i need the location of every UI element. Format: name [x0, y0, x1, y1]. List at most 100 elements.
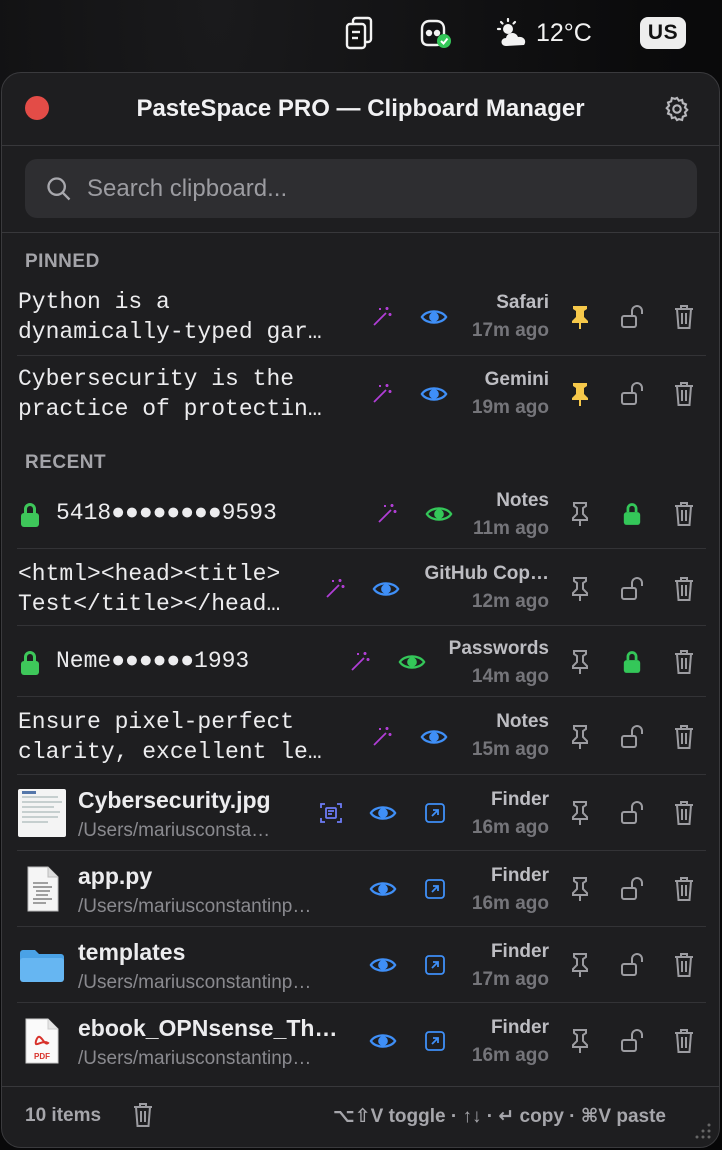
pin-icon[interactable] [566, 723, 594, 751]
trash-icon[interactable] [670, 303, 698, 331]
weather-partly-sunny-icon [496, 18, 526, 46]
item-text-line2: clarity, excellent le… [18, 739, 322, 765]
list-item[interactable]: 5418●●●●●●●●9593 Notes 11m ago [2, 478, 719, 549]
search-input[interactable] [87, 174, 697, 203]
pin-icon[interactable] [566, 303, 594, 331]
item-text-line1: Python is a [18, 289, 170, 315]
eye-icon[interactable] [398, 648, 426, 676]
pin-icon[interactable] [566, 799, 594, 827]
eye-icon[interactable] [420, 380, 448, 408]
title-bar: PasteSpace PRO — Clipboard Manager [2, 73, 719, 145]
trash-icon[interactable] [670, 875, 698, 903]
document-icon [18, 865, 66, 913]
trash-icon[interactable] [670, 575, 698, 603]
open-external-icon[interactable] [421, 1027, 449, 1055]
resize-grip-icon[interactable] [693, 1121, 713, 1141]
list-item[interactable]: Neme●●●●●●1993 Passwords 14m ago [2, 626, 719, 697]
unlock-icon[interactable] [618, 303, 646, 331]
source-app: Notes [496, 711, 549, 732]
lock-icon[interactable] [618, 648, 646, 676]
source-app: Safari [496, 292, 549, 313]
trash-icon[interactable] [670, 1027, 698, 1055]
weather-temperature: 12°C [536, 18, 592, 47]
trash-icon[interactable] [670, 648, 698, 676]
magic-wand-icon[interactable] [321, 575, 349, 603]
folder-icon [18, 941, 66, 989]
keyboard-hints: ⌥⇧V toggle · ↑↓ · ↵ copy · ⌘V paste [332, 1106, 666, 1127]
pin-icon[interactable] [566, 500, 594, 528]
pin-icon[interactable] [566, 1027, 594, 1055]
input-source-badge[interactable]: US [640, 17, 686, 49]
magic-wand-icon[interactable] [368, 723, 396, 751]
list-item[interactable]: Ensure pixel-perfect clarity, excellent … [2, 697, 719, 775]
pin-icon[interactable] [566, 648, 594, 676]
list-item[interactable]: templates /Users/mariusconstantinp… Find… [2, 927, 719, 1003]
divider [2, 145, 719, 146]
trash-icon[interactable] [670, 951, 698, 979]
unlock-icon[interactable] [618, 951, 646, 979]
gear-icon[interactable] [663, 95, 691, 123]
unlock-icon[interactable] [618, 575, 646, 603]
eye-icon[interactable] [420, 723, 448, 751]
magic-wand-icon[interactable] [346, 648, 374, 676]
timestamp: 16m ago [471, 893, 549, 914]
source-app: Finder [490, 941, 549, 962]
pin-icon[interactable] [566, 380, 594, 408]
timestamp: 15m ago [471, 739, 549, 760]
file-name: Cybersecurity.jpg [78, 787, 271, 813]
text-recognition-icon[interactable] [317, 799, 345, 827]
unlock-icon[interactable] [618, 723, 646, 751]
item-count: 10 items [25, 1105, 102, 1126]
clipboard-icon[interactable] [344, 14, 374, 52]
trash-icon[interactable] [670, 380, 698, 408]
eye-icon[interactable] [425, 500, 453, 528]
list-item[interactable]: Cybersecurity.jpg /Users/mariusconsta… F… [2, 775, 719, 851]
pin-icon[interactable] [566, 875, 594, 903]
trash-icon[interactable] [670, 723, 698, 751]
pdf-icon: PDF [18, 1017, 66, 1065]
list-item[interactable]: <html><head><title> Test</title></head… … [2, 549, 719, 626]
divider [2, 232, 719, 233]
search-bar [25, 159, 697, 218]
unlock-icon[interactable] [618, 380, 646, 408]
clear-all-trash-icon[interactable] [132, 1102, 154, 1133]
unlock-icon[interactable] [618, 1027, 646, 1055]
pin-icon[interactable] [566, 951, 594, 979]
trash-icon[interactable] [670, 799, 698, 827]
copilot-icon[interactable] [416, 14, 452, 52]
unlock-icon[interactable] [618, 875, 646, 903]
lock-icon[interactable] [618, 500, 646, 528]
item-text-line1: Ensure pixel-perfect [18, 709, 295, 735]
magic-wand-icon[interactable] [368, 303, 396, 331]
item-text-line2: practice of protectin… [18, 396, 322, 422]
magic-wand-icon[interactable] [368, 380, 396, 408]
pdf-thumb-label: PDF [34, 1052, 50, 1061]
eye-icon[interactable] [369, 951, 397, 979]
eye-icon[interactable] [369, 1027, 397, 1055]
source-app: Finder [490, 865, 549, 886]
magic-wand-icon[interactable] [373, 500, 401, 528]
timestamp: 16m ago [471, 1045, 549, 1066]
clipboard-manager-window: PasteSpace PRO — Clipboard Manager PINNE… [1, 72, 720, 1148]
source-app: Passwords [448, 638, 549, 659]
file-path: /Users/mariusconstantinp… [78, 972, 312, 993]
open-external-icon[interactable] [421, 875, 449, 903]
eye-icon[interactable] [372, 575, 400, 603]
unlock-icon[interactable] [618, 799, 646, 827]
open-external-icon[interactable] [421, 799, 449, 827]
list-item[interactable]: Python is a dynamically-typed gar… Safar… [2, 279, 719, 356]
list-item[interactable]: Cybersecurity is the practice of protect… [2, 356, 719, 433]
eye-icon[interactable] [369, 799, 397, 827]
timestamp: 12m ago [471, 591, 549, 612]
pin-icon[interactable] [566, 575, 594, 603]
list-item[interactable]: app.py /Users/mariusconstantinp… Finder … [2, 851, 719, 927]
eye-icon[interactable] [420, 303, 448, 331]
trash-icon[interactable] [670, 500, 698, 528]
file-name: templates [78, 939, 186, 965]
menu-bar: 12°C US [0, 0, 722, 66]
list-item[interactable]: PDF ebook_OPNsense_Th… /Users/mariuscons… [2, 1003, 719, 1079]
open-external-icon[interactable] [421, 951, 449, 979]
image-thumbnail [18, 789, 66, 837]
weather-widget[interactable]: 12°C [494, 14, 592, 52]
eye-icon[interactable] [369, 875, 397, 903]
